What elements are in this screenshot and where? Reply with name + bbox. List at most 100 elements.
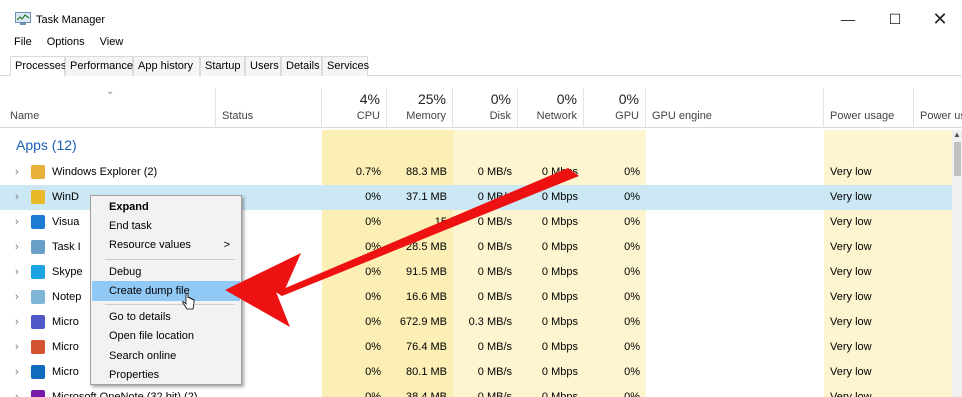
- menu-item-resource-values[interactable]: Resource values >: [92, 235, 240, 255]
- cell-power: Very low: [830, 241, 872, 253]
- folder-icon: [31, 165, 45, 179]
- col-power-trend[interactable]: Power us: [914, 88, 962, 128]
- cell-gpu: 0%: [624, 266, 640, 278]
- title-bar: Task Manager — ☐ ✕: [0, 0, 962, 34]
- process-name: Skype: [52, 266, 83, 278]
- cell-disk: 0 MB/s: [477, 166, 512, 178]
- cell-disk: 0 MB/s: [477, 366, 512, 378]
- cell-cpu: 0%: [365, 216, 381, 228]
- cell-gpu: 0%: [624, 391, 640, 397]
- chevron-right-icon[interactable]: ›: [15, 285, 19, 310]
- col-gpu-engine-label: GPU engine: [652, 110, 712, 122]
- chevron-right-icon[interactable]: ›: [15, 235, 19, 260]
- cell-power: Very low: [830, 166, 872, 178]
- tab-processes[interactable]: Processes: [10, 56, 66, 76]
- cell-mem: 672.9 MB: [399, 316, 447, 328]
- cell-net: 0 Mbps: [541, 166, 578, 178]
- table-row[interactable]: › Windows Explorer (2) 0.7% 88.3 MB 0 MB/s 0 …: [0, 160, 962, 185]
- cell-gpu: 0%: [624, 316, 640, 328]
- cell-mem: 37.1 MB: [406, 191, 447, 203]
- cell-mem: 76.4 MB: [406, 341, 447, 353]
- tab-performance[interactable]: Performance: [65, 56, 133, 76]
- menu-item-debug[interactable]: Debug: [92, 262, 240, 282]
- col-power-usage[interactable]: Power usage: [824, 88, 914, 128]
- menu-options[interactable]: Options: [47, 36, 85, 52]
- cell-mem: 88.3 MB: [406, 166, 447, 178]
- cell-gpu: 0%: [624, 341, 640, 353]
- menu-item-expand[interactable]: Expand: [92, 197, 240, 217]
- tab-details[interactable]: Details: [281, 56, 322, 76]
- cell-mem: 91.5 MB: [406, 266, 447, 278]
- menu-view[interactable]: View: [100, 36, 124, 52]
- col-network-label: Network: [536, 110, 577, 122]
- minimize-button[interactable]: —: [833, 8, 863, 30]
- menu-item-create-dump-file[interactable]: Create dump file: [92, 281, 240, 301]
- task-manager-icon: [31, 240, 45, 254]
- cell-cpu: 0%: [365, 241, 381, 253]
- col-status[interactable]: Status: [216, 88, 322, 128]
- cell-cpu: 0%: [365, 341, 381, 353]
- chevron-right-icon[interactable]: ›: [15, 385, 19, 397]
- menu-item-end-task[interactable]: End task: [92, 216, 240, 236]
- cell-net: 0 Mbps: [541, 366, 578, 378]
- col-disk-label: Disk: [489, 110, 511, 122]
- cell-net: 0 Mbps: [541, 291, 578, 303]
- col-gpu[interactable]: 0% GPU: [584, 88, 646, 128]
- cell-disk: 0.3 MB/s: [468, 316, 512, 328]
- vertical-scrollbar[interactable]: ▲: [952, 130, 962, 397]
- col-disk[interactable]: 0% Disk: [453, 88, 518, 128]
- gpu-total: 0%: [618, 91, 639, 107]
- chevron-right-icon[interactable]: ›: [15, 210, 19, 235]
- cell-cpu: 0%: [365, 266, 381, 278]
- col-memory[interactable]: 25% Memory: [387, 88, 453, 128]
- chevron-right-icon[interactable]: ›: [15, 260, 19, 285]
- cell-gpu: 0%: [624, 166, 640, 178]
- tab-app-history[interactable]: App history: [133, 56, 200, 76]
- cell-cpu: 0%: [365, 291, 381, 303]
- close-button[interactable]: ✕: [925, 8, 955, 30]
- process-name: Visua: [52, 216, 80, 228]
- col-name[interactable]: ⌄ Name: [0, 86, 216, 128]
- chevron-right-icon[interactable]: ›: [15, 310, 19, 335]
- teams-icon: [31, 315, 45, 329]
- tab-strip: Processes Performance App history Startu…: [0, 56, 962, 76]
- chevron-right-icon[interactable]: ›: [15, 160, 19, 185]
- menu-item-properties[interactable]: Properties: [92, 365, 240, 385]
- cell-net: 0 Mbps: [541, 191, 578, 203]
- menu-item-resource-values-label: Resource values: [109, 239, 191, 251]
- col-gpu-engine[interactable]: GPU engine: [646, 88, 824, 128]
- col-gpu-label: GPU: [615, 110, 639, 122]
- column-header: ⌄ Name Status 4% CPU 25% Memory 0% Disk …: [0, 86, 962, 128]
- tab-startup[interactable]: Startup: [200, 56, 245, 76]
- cell-net: 0 Mbps: [541, 241, 578, 253]
- cell-cpu: 0%: [365, 316, 381, 328]
- col-name-label: Name: [10, 110, 40, 122]
- menu-item-search-online[interactable]: Search online: [92, 346, 240, 366]
- group-apps[interactable]: Apps (12): [0, 130, 962, 160]
- process-name: Micro: [52, 316, 79, 328]
- cell-mem: 28.5 MB: [406, 241, 447, 253]
- menu-item-open-file-location[interactable]: Open file location: [92, 326, 240, 346]
- scroll-thumb[interactable]: [954, 142, 961, 176]
- col-network[interactable]: 0% Network: [518, 88, 584, 128]
- cell-gpu: 0%: [624, 291, 640, 303]
- menu-file[interactable]: File: [14, 36, 32, 52]
- chevron-right-icon[interactable]: ›: [15, 185, 19, 210]
- cell-disk: 0 MB/s: [477, 266, 512, 278]
- maximize-button[interactable]: ☐: [880, 8, 910, 30]
- tab-users[interactable]: Users: [245, 56, 281, 76]
- chevron-right-icon[interactable]: ›: [15, 360, 19, 385]
- scroll-up-icon[interactable]: ▲: [952, 130, 962, 140]
- process-name: WinD: [52, 191, 79, 203]
- col-cpu[interactable]: 4% CPU: [322, 88, 387, 128]
- process-name: Microsoft OneNote (32 bit) (2): [52, 391, 198, 397]
- window-title: Task Manager: [36, 14, 106, 26]
- process-name: Windows Explorer (2): [52, 166, 158, 178]
- chevron-right-icon[interactable]: ›: [15, 335, 19, 360]
- vscode-icon: [31, 215, 45, 229]
- menu-bar: File Options View: [0, 36, 125, 52]
- table-row[interactable]: › Microsoft OneNote (32 bit) (2) 0% 38.4 MB…: [0, 385, 962, 397]
- cell-power: Very low: [830, 216, 872, 228]
- menu-item-go-to-details[interactable]: Go to details: [92, 307, 240, 327]
- tab-services[interactable]: Services: [322, 56, 369, 76]
